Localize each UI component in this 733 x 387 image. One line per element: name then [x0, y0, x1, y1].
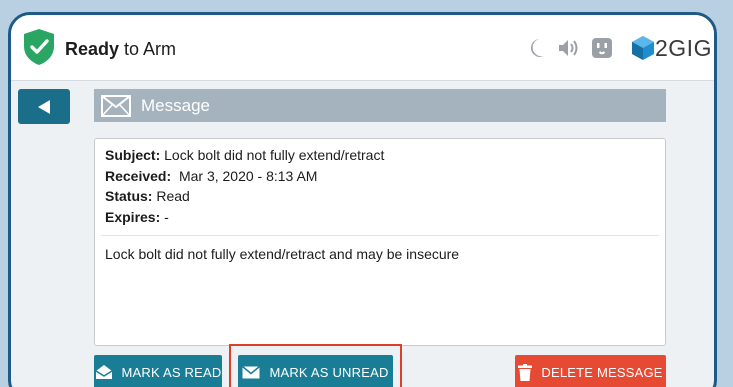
envelope-open-icon	[95, 364, 113, 380]
mark-as-read-button[interactable]: MARK AS READ	[94, 355, 222, 387]
back-button[interactable]	[18, 89, 70, 124]
outlet-icon[interactable]	[591, 37, 613, 59]
subject-label: Subject:	[105, 147, 161, 163]
status-row: Status: Read	[105, 186, 655, 207]
mark-as-read-label: MARK AS READ	[121, 364, 222, 380]
expires-label: Expires:	[105, 208, 161, 225]
expires-row: Expires: -	[105, 207, 655, 228]
envelope-icon	[242, 365, 261, 379]
2gig-logo-icon	[632, 36, 654, 60]
trash-icon	[518, 363, 533, 381]
subject-value: Lock bolt did not fully extend/retract	[164, 147, 385, 163]
status-value: Read	[156, 188, 190, 205]
received-value: Mar 3, 2020 - 8:13 AM	[178, 167, 318, 184]
arm-status-bold: Ready	[65, 39, 120, 59]
status-label: Status:	[105, 188, 153, 205]
message-title-bar: Message	[94, 89, 666, 122]
mark-as-unread-button[interactable]: MARK AS UNREAD	[238, 355, 393, 387]
mark-as-unread-label: MARK AS UNREAD	[269, 364, 389, 380]
message-body: Lock bolt did not fully extend/retract a…	[105, 246, 460, 263]
top-header: Ready to Arm 2GIG	[11, 15, 714, 81]
moon-icon[interactable]	[526, 37, 546, 59]
expires-value: -	[164, 208, 169, 225]
message-content: Subject: Lock bolt did not fully extend/…	[94, 138, 666, 346]
speaker-icon[interactable]	[557, 37, 581, 59]
arm-status[interactable]: Ready to Arm	[65, 39, 176, 60]
device-frame: Ready to Arm 2GIG Message Subject: Lock …	[8, 12, 717, 387]
received-label: Received:	[105, 167, 172, 184]
delete-message-button[interactable]: DELETE MESSAGE	[515, 355, 666, 387]
subject-row: Subject: Lock bolt did not fully extend/…	[105, 145, 655, 166]
message-title: Message	[141, 95, 210, 115]
back-arrow-icon	[38, 99, 50, 114]
brand-logo: 2GIG	[631, 35, 712, 61]
envelope-icon	[101, 94, 131, 117]
shield-check-icon	[24, 29, 54, 65]
received-row: Received: Mar 3, 2020 - 8:13 AM	[105, 166, 655, 187]
delete-message-label: DELETE MESSAGE	[541, 364, 663, 380]
brand-name: 2GIG	[655, 34, 712, 61]
arm-status-rest: to Arm	[119, 39, 177, 59]
message-meta: Subject: Lock bolt did not fully extend/…	[95, 139, 665, 231]
